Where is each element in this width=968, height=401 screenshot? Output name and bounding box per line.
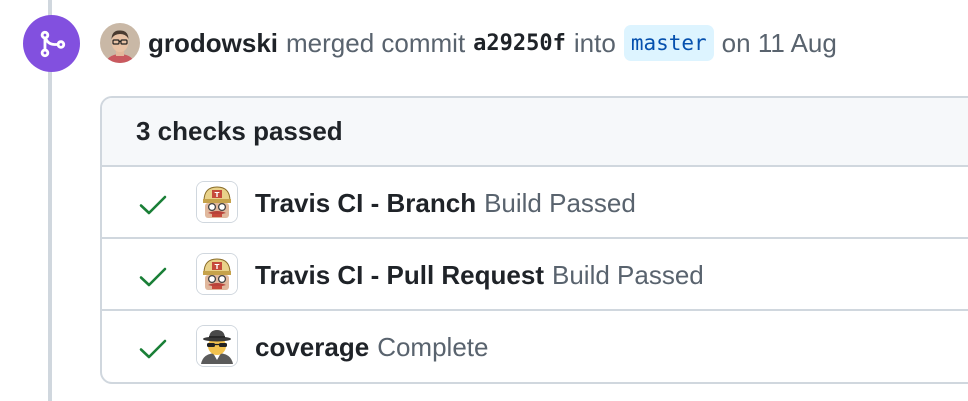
check-text: coverage Complete bbox=[255, 311, 488, 383]
check-icon bbox=[139, 339, 167, 359]
check-status: Build Passed bbox=[484, 187, 636, 218]
check-text: Travis CI - Branch Build Passed bbox=[255, 167, 636, 239]
check-name[interactable]: Travis CI - Branch bbox=[255, 188, 476, 219]
commit-author-link[interactable]: grodowski bbox=[148, 28, 278, 59]
merge-event-line: grodowski merged commit a29250f into mas… bbox=[100, 20, 837, 66]
commit-sha-link[interactable]: a29250f bbox=[473, 31, 566, 56]
check-name[interactable]: coverage bbox=[255, 332, 369, 363]
svg-text:T: T bbox=[215, 263, 220, 271]
user-avatar[interactable] bbox=[100, 23, 140, 63]
timeline-event: grodowski merged commit a29250f into mas… bbox=[0, 0, 968, 401]
git-merge-icon bbox=[23, 15, 80, 72]
travis-ci-logo: T bbox=[196, 181, 238, 223]
check-name[interactable]: Travis CI - Pull Request bbox=[255, 260, 544, 291]
checks-summary[interactable]: 3 checks passed bbox=[102, 98, 968, 167]
merge-action-text: merged commit bbox=[286, 27, 466, 58]
spy-logo bbox=[196, 325, 238, 367]
check-text: Travis CI - Pull Request Build Passed bbox=[255, 239, 704, 311]
into-text: into bbox=[573, 27, 616, 58]
check-row[interactable]: T Travis CI - Pull Request Build Passed bbox=[102, 239, 968, 311]
check-icon bbox=[139, 267, 167, 287]
check-icon bbox=[139, 195, 167, 215]
svg-text:T: T bbox=[215, 191, 220, 199]
check-row[interactable]: coverage Complete bbox=[102, 311, 968, 383]
event-date[interactable]: on 11 Aug bbox=[722, 28, 837, 59]
travis-ci-logo: T bbox=[196, 253, 238, 295]
check-status: Build Passed bbox=[551, 259, 704, 290]
branch-label[interactable]: master bbox=[623, 25, 714, 61]
check-status: Complete bbox=[377, 331, 489, 362]
check-row[interactable]: T Travis CI - Branch Build Passed bbox=[102, 167, 968, 239]
checks-panel: 3 checks passed T Travis CI - Branch Bui… bbox=[100, 96, 968, 384]
